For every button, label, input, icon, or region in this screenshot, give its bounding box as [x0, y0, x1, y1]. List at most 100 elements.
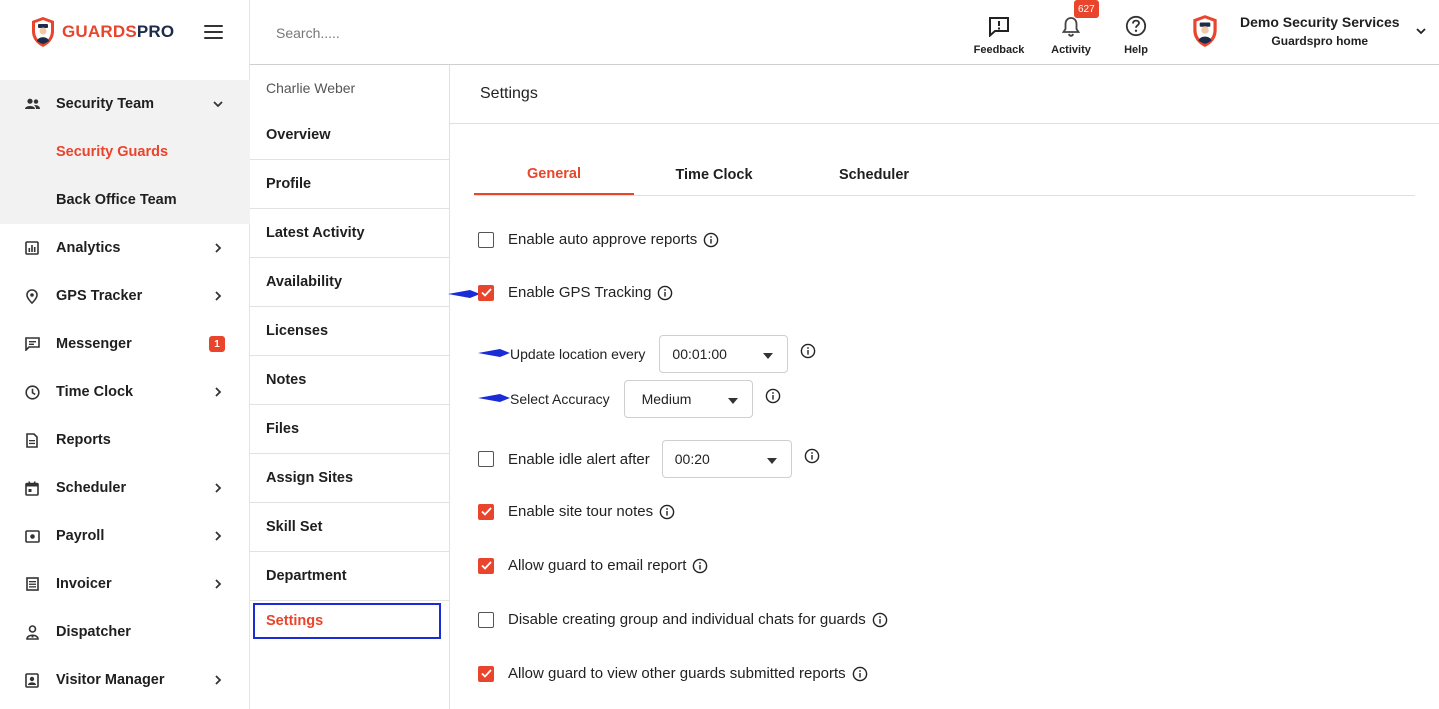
activity-button[interactable]: 627 Activity [1036, 0, 1106, 56]
auto-approve-label: Enable auto approve reports [508, 231, 698, 248]
info-icon[interactable] [800, 343, 816, 359]
sidebar-item-label: Payroll [56, 528, 105, 544]
gps-tracking-label: Enable GPS Tracking [508, 284, 652, 301]
sidebar-item-label: Messenger [56, 336, 132, 352]
idle-alert-checkbox[interactable] [478, 451, 494, 467]
feedback-label: Feedback [973, 44, 1025, 56]
subnav-profile[interactable]: Profile [250, 160, 449, 209]
auto-approve-checkbox[interactable] [478, 231, 494, 248]
sidebar-item-scheduler[interactable]: Scheduler [0, 464, 250, 512]
update-location-select[interactable]: 00:01:00 [659, 335, 789, 373]
page-title: Settings [450, 65, 1439, 124]
idle-alert-select[interactable]: 00:20 [661, 440, 792, 478]
info-icon[interactable] [804, 448, 820, 464]
setting-disable-chats: Disable creating group and individual ch… [478, 611, 888, 628]
idle-alert-value: 00:20 [674, 451, 710, 467]
chevron-right-icon [212, 530, 224, 542]
help-button[interactable]: Help [1101, 14, 1171, 56]
chevron-down-icon [1415, 22, 1426, 40]
sidebar-item-time-clock[interactable]: Time Clock [0, 368, 250, 416]
tab-time-clock[interactable]: Time Clock [634, 154, 794, 195]
disable-chats-label: Disable creating group and individual ch… [508, 611, 866, 628]
sidebar-item-gps-tracker[interactable]: GPS Tracker [0, 272, 250, 320]
subnav-assign-sites[interactable]: Assign Sites [250, 454, 449, 503]
sidebar-item-invoicer[interactable]: Invoicer [0, 560, 250, 608]
sidebar-item-messenger[interactable]: Messenger 1 [0, 320, 250, 368]
chevron-right-icon [212, 290, 224, 302]
subnav-notes[interactable]: Notes [250, 356, 449, 405]
subnav-department[interactable]: Department [250, 552, 449, 601]
avatar [1193, 15, 1217, 47]
company-name: Demo Security Services [1240, 14, 1400, 30]
chevron-right-icon [212, 482, 224, 494]
sidebar-item-reports[interactable]: Reports [0, 416, 250, 464]
sidebar-item-label: Reports [56, 432, 111, 448]
view-reports-checkbox[interactable] [478, 665, 494, 682]
setting-site-tour-notes: Enable site tour notes [478, 503, 675, 520]
invoice-icon [24, 576, 40, 592]
feedback-button[interactable]: Feedback [964, 14, 1034, 56]
gps-tracking-checkbox[interactable] [478, 284, 494, 301]
dispatcher-icon [24, 624, 40, 640]
subnav-availability[interactable]: Availability [250, 258, 449, 307]
feedback-icon [987, 14, 1011, 38]
subnav-latest-activity[interactable]: Latest Activity [250, 209, 449, 258]
sidebar-item-label: Security Team [56, 96, 155, 112]
annotation-arrow-icon [478, 349, 510, 357]
sidebar-item-analytics[interactable]: Analytics [0, 224, 250, 272]
sidebar-item-back-office-team[interactable]: Back Office Team [0, 176, 250, 224]
sidebar-item-label: Invoicer [56, 576, 112, 592]
info-icon[interactable] [657, 285, 673, 301]
disable-chats-checkbox[interactable] [478, 611, 494, 628]
setting-gps-tracking: Enable GPS Tracking [478, 284, 673, 301]
chevron-down-icon [212, 98, 224, 110]
email-report-checkbox[interactable] [478, 557, 494, 574]
user-menu[interactable]: Demo Security Services Guardspro home [1190, 14, 1426, 48]
accuracy-select[interactable]: Medium [623, 380, 753, 418]
chevron-right-icon [212, 578, 224, 590]
sidebar-item-visitor-manager[interactable]: Visitor Manager [0, 656, 250, 704]
top-bar: Feedback 627 Activity Help Demo Security… [250, 0, 1439, 65]
brand-logo[interactable]: GUARDSPRO [30, 14, 174, 50]
security-team-group: Security Team Security Guards Back Offic… [0, 80, 250, 224]
help-icon [1124, 14, 1148, 38]
subnav-skill-set[interactable]: Skill Set [250, 503, 449, 552]
tab-scheduler[interactable]: Scheduler [794, 154, 954, 195]
info-icon[interactable] [872, 612, 888, 628]
info-icon[interactable] [659, 504, 675, 520]
caret-down-icon [727, 397, 738, 404]
subnav-licenses[interactable]: Licenses [250, 307, 449, 356]
brand-name-accent: GUARDS [62, 22, 137, 41]
sidebar-item-label: Visitor Manager [56, 672, 165, 688]
brand-name-dark: PRO [136, 22, 175, 41]
info-icon[interactable] [852, 666, 868, 682]
accuracy-value: Medium [641, 391, 692, 407]
menu-toggle-icon[interactable] [204, 25, 223, 39]
update-location-label: Update location every [510, 346, 646, 362]
calendar-icon [24, 480, 40, 496]
activity-label: Activity [1051, 44, 1091, 56]
location-pin-icon [24, 288, 40, 304]
subnav-files[interactable]: Files [250, 405, 449, 454]
team-icon [24, 96, 40, 112]
settings-tabs: General Time Clock Scheduler [474, 154, 1415, 196]
sidebar-item-security-guards[interactable]: Security Guards [0, 128, 250, 176]
site-tour-notes-checkbox[interactable] [478, 503, 494, 520]
subnav-overview[interactable]: Overview [250, 111, 449, 160]
tab-general[interactable]: General [474, 154, 634, 195]
guard-name: Charlie Weber [266, 80, 356, 96]
info-icon[interactable] [703, 232, 719, 248]
view-reports-label: Allow guard to view other guards submitt… [508, 665, 846, 682]
sidebar-item-dispatcher[interactable]: Dispatcher [0, 608, 250, 656]
guard-subnav: Charlie Weber Overview Profile Latest Ac… [250, 65, 450, 709]
shield-logo-icon [32, 17, 54, 47]
search-input[interactable] [276, 22, 576, 44]
chevron-right-icon [212, 386, 224, 398]
sidebar-item-security-team[interactable]: Security Team [0, 80, 250, 128]
subnav-settings[interactable]: Settings [253, 603, 441, 639]
chevron-right-icon [212, 242, 224, 254]
sidebar-item-payroll[interactable]: Payroll [0, 512, 250, 560]
setting-auto-approve: Enable auto approve reports [478, 231, 719, 248]
info-icon[interactable] [765, 388, 781, 404]
info-icon[interactable] [692, 558, 708, 574]
